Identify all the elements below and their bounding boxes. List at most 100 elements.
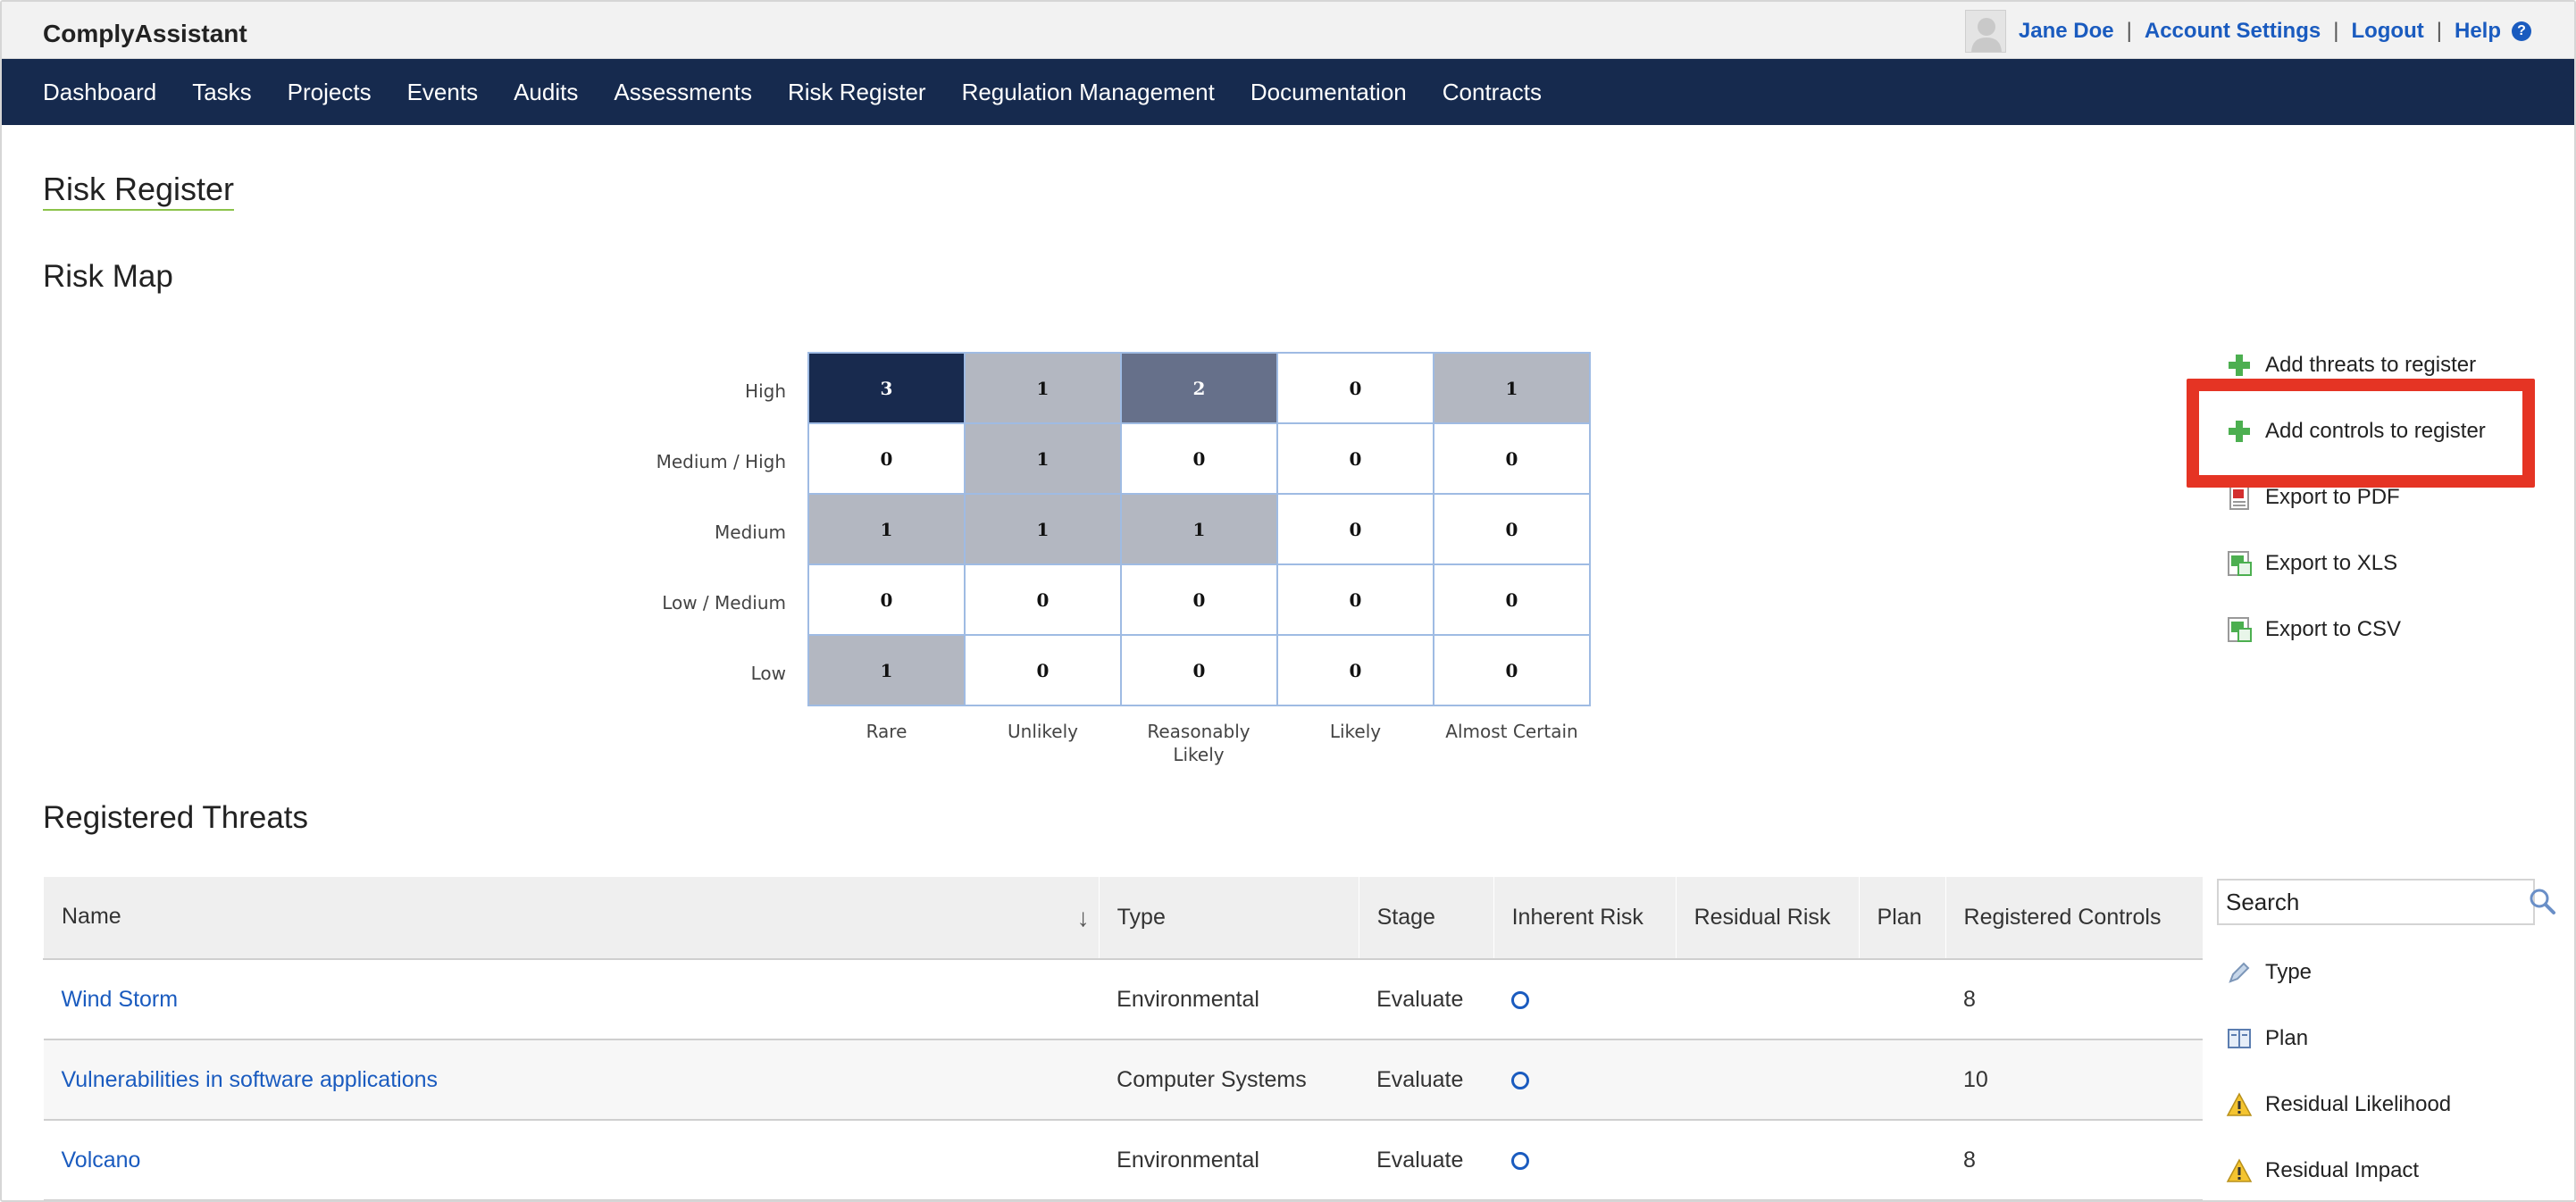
table-row: Vulnerabilities in software applications… bbox=[43, 1039, 2203, 1121]
user-name-link[interactable]: Jane Doe bbox=[2019, 19, 2114, 44]
column-header-stage[interactable]: Stage bbox=[1358, 877, 1494, 960]
risk-map-cell[interactable]: 1 bbox=[807, 634, 966, 706]
nav-regulation-management[interactable]: Regulation Management bbox=[962, 79, 1215, 106]
impact-label-medium-high: Medium / High bbox=[656, 451, 786, 472]
export-pdf-label: Export to PDF bbox=[2265, 485, 2400, 509]
risk-map-cell[interactable]: 0 bbox=[1433, 493, 1591, 565]
table-header-row: Name ↓ Type Stage Inherent Risk Residual … bbox=[43, 877, 2203, 960]
search-input[interactable] bbox=[2219, 881, 2525, 923]
nav-documentation[interactable]: Documentation bbox=[1250, 79, 1407, 106]
export-pdf-button[interactable]: Export to PDF bbox=[2226, 484, 2400, 511]
logout-link[interactable]: Logout bbox=[2351, 19, 2423, 44]
help-icon[interactable]: ? bbox=[2512, 21, 2531, 41]
column-header-residual-risk[interactable]: Residual Risk bbox=[1675, 877, 1860, 960]
risk-map-cell[interactable]: 0 bbox=[1120, 563, 1278, 636]
nav-assessments[interactable]: Assessments bbox=[614, 79, 752, 106]
risk-map-row: 10000 bbox=[807, 634, 1591, 706]
sort-arrow-down-icon[interactable]: ↓ bbox=[1077, 904, 1090, 932]
column-header-plan[interactable]: Plan bbox=[1858, 877, 1946, 960]
nav-tasks[interactable]: Tasks bbox=[192, 79, 251, 106]
risk-map-cell[interactable]: 0 bbox=[1433, 422, 1591, 495]
plan-cell bbox=[1859, 1039, 1946, 1121]
risk-map-cell[interactable]: 3 bbox=[807, 352, 966, 424]
risk-map-cell[interactable]: 0 bbox=[1120, 422, 1278, 495]
nav-contracts[interactable]: Contracts bbox=[1443, 79, 1542, 106]
registered-threats-title: Registered Threats bbox=[43, 800, 309, 835]
column-header-inherent-risk[interactable]: Inherent Risk bbox=[1493, 877, 1677, 960]
threats-table: Name ↓ Type Stage Inherent Risk Residual … bbox=[43, 877, 2203, 1200]
risk-map-cell[interactable]: 0 bbox=[1433, 563, 1591, 636]
impact-label-medium: Medium bbox=[715, 522, 786, 543]
column-header-label: Name bbox=[62, 903, 121, 929]
threat-stage: Evaluate bbox=[1359, 1120, 1494, 1200]
help-link[interactable]: Help bbox=[2455, 19, 2501, 44]
residual-risk-cell bbox=[1676, 959, 1860, 1040]
threat-link[interactable]: Vulnerabilities in software applications bbox=[62, 1067, 439, 1092]
threat-stage: Evaluate bbox=[1359, 1039, 1494, 1121]
threat-link[interactable]: Wind Storm bbox=[62, 987, 179, 1012]
risk-map-cell[interactable]: 1 bbox=[964, 493, 1122, 565]
risk-map-cell[interactable]: 1 bbox=[1433, 352, 1591, 424]
filter-label: Residual Likelihood bbox=[2265, 1092, 2452, 1116]
plan-cell bbox=[1859, 1120, 1946, 1200]
add-threats-button[interactable]: Add threats to register bbox=[2226, 352, 2476, 379]
column-header-type[interactable]: Type bbox=[1098, 877, 1359, 960]
column-header-registered-controls[interactable]: Registered Controls bbox=[1945, 877, 2203, 960]
nav-audits[interactable]: Audits bbox=[514, 79, 578, 106]
risk-map-cell[interactable]: 0 bbox=[1276, 493, 1434, 565]
search-icon[interactable] bbox=[2525, 884, 2561, 920]
risk-map-cell[interactable]: 0 bbox=[1276, 352, 1434, 424]
likelihood-label-reasonably-likely: Reasonably Likely bbox=[1147, 721, 1250, 765]
nav-projects[interactable]: Projects bbox=[288, 79, 372, 106]
export-csv-button[interactable]: Export to CSV bbox=[2226, 616, 2401, 643]
risk-map-cell[interactable]: 0 bbox=[964, 563, 1122, 636]
user-menu: Jane Doe | Account Settings | Logout | H… bbox=[1964, 9, 2531, 54]
separator: | bbox=[2333, 19, 2339, 43]
risk-map-grid: 3120101000111000000010000 bbox=[807, 352, 1591, 706]
risk-map-cell[interactable]: 2 bbox=[1120, 352, 1278, 424]
plan-cell bbox=[1859, 959, 1946, 1040]
risk-map-row: 00000 bbox=[807, 563, 1591, 636]
account-settings-link[interactable]: Account Settings bbox=[2145, 19, 2321, 44]
likelihood-label-almost-certain: Almost Certain bbox=[1445, 721, 1578, 742]
filter-plan[interactable]: Plan bbox=[2226, 1025, 2308, 1052]
risk-map-row: 11100 bbox=[807, 493, 1591, 565]
nav-dashboard[interactable]: Dashboard bbox=[43, 79, 156, 106]
main-nav: Dashboard Tasks Projects Events Audits A… bbox=[2, 59, 2574, 125]
inherent-risk-cell bbox=[1493, 1120, 1677, 1200]
risk-map-cell[interactable]: 0 bbox=[1276, 634, 1434, 706]
risk-map-cell[interactable]: 0 bbox=[964, 634, 1122, 706]
risk-map-cell[interactable]: 0 bbox=[1276, 563, 1434, 636]
risk-map-cell[interactable]: 0 bbox=[807, 563, 966, 636]
filter-residual-impact[interactable]: Residual Impact bbox=[2226, 1157, 2419, 1184]
risk-map-cell[interactable]: 1 bbox=[964, 422, 1122, 495]
avatar[interactable] bbox=[1964, 10, 2006, 53]
filter-residual-likelihood[interactable]: Residual Likelihood bbox=[2226, 1091, 2451, 1118]
table-row: Wind Storm Environmental Evaluate 8 bbox=[43, 959, 2203, 1040]
risk-map-row: 31201 bbox=[807, 352, 1591, 424]
nav-risk-register[interactable]: Risk Register bbox=[788, 79, 926, 106]
risk-map-cell[interactable]: 0 bbox=[807, 422, 966, 495]
likelihood-label-rare: Rare bbox=[866, 721, 907, 742]
risk-map-cell[interactable]: 1 bbox=[807, 493, 966, 565]
risk-map-cell[interactable]: 0 bbox=[1276, 422, 1434, 495]
export-csv-label: Export to CSV bbox=[2265, 617, 2402, 641]
risk-map-cell[interactable]: 0 bbox=[1433, 634, 1591, 706]
export-xls-button[interactable]: Export to XLS bbox=[2226, 550, 2397, 577]
risk-map-cell[interactable]: 0 bbox=[1120, 634, 1278, 706]
nav-events[interactable]: Events bbox=[407, 79, 479, 106]
risk-map-title: Risk Map bbox=[43, 259, 173, 294]
filter-type[interactable]: Type bbox=[2226, 959, 2312, 986]
risk-circle-icon bbox=[1511, 990, 1530, 1009]
risk-map-cell[interactable]: 1 bbox=[1120, 493, 1278, 565]
risk-map-cell[interactable]: 1 bbox=[964, 352, 1122, 424]
threat-link[interactable]: Volcano bbox=[62, 1148, 141, 1173]
threat-type: Environmental bbox=[1099, 959, 1359, 1040]
highlight-annotation bbox=[2187, 379, 2535, 488]
plus-icon bbox=[2226, 352, 2253, 379]
table-row: Volcano Environmental Evaluate 8 bbox=[43, 1120, 2203, 1200]
threat-type: Environmental bbox=[1099, 1120, 1359, 1200]
separator: | bbox=[2436, 19, 2442, 43]
column-header-name[interactable]: Name ↓ bbox=[43, 877, 1100, 960]
filter-label: Type bbox=[2265, 960, 2313, 984]
